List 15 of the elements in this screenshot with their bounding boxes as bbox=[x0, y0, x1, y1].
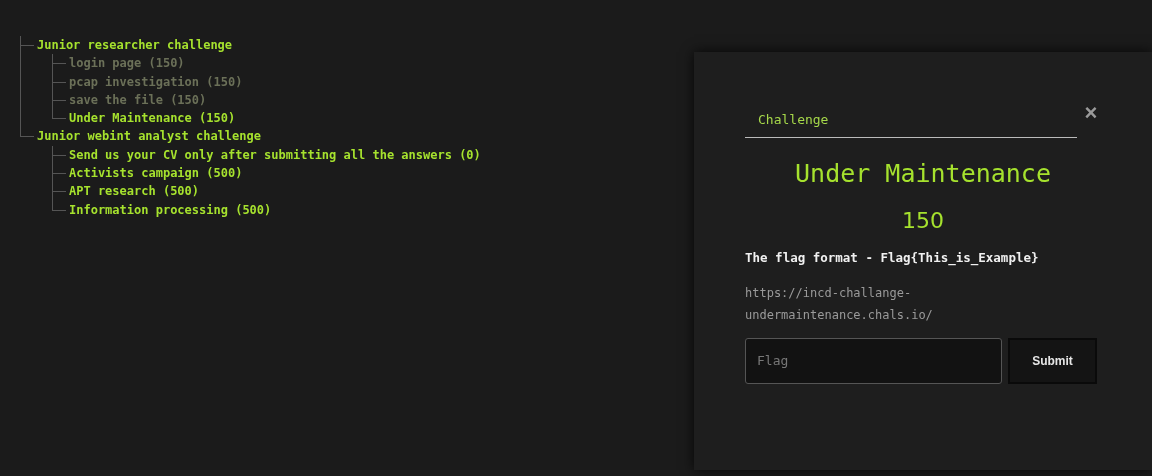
close-button[interactable]: × bbox=[1081, 102, 1101, 124]
tree-item[interactable]: Under Maintenance (150) bbox=[69, 109, 236, 128]
challenge-title: Under Maintenance bbox=[794, 157, 1052, 190]
flag-format-text: The flag format - Flag{This_is_Example} bbox=[745, 249, 1040, 268]
tree-item[interactable]: APT research (500) bbox=[69, 182, 200, 201]
tree-item[interactable]: Junior webint analyst challenge bbox=[37, 127, 261, 146]
flag-input-field[interactable]: Flag bbox=[745, 337, 1002, 384]
challenge-points: 150 bbox=[901, 207, 945, 235]
tree-item[interactable]: Send us your CV only after submitting all the answers (0) bbox=[69, 145, 481, 165]
tree-item[interactable]: Information processing (500) bbox=[69, 200, 272, 219]
tree-item[interactable]: Activists campaign (500) bbox=[69, 164, 243, 183]
tree-item[interactable]: Junior researcher challenge bbox=[37, 36, 233, 55]
submit-button[interactable]: Submit bbox=[1008, 337, 1097, 384]
challenge-link[interactable]: https://incd-challange-undermaintenance.chals.io/ bbox=[745, 281, 975, 326]
challenge-tab[interactable]: Challenge bbox=[745, 108, 1077, 138]
